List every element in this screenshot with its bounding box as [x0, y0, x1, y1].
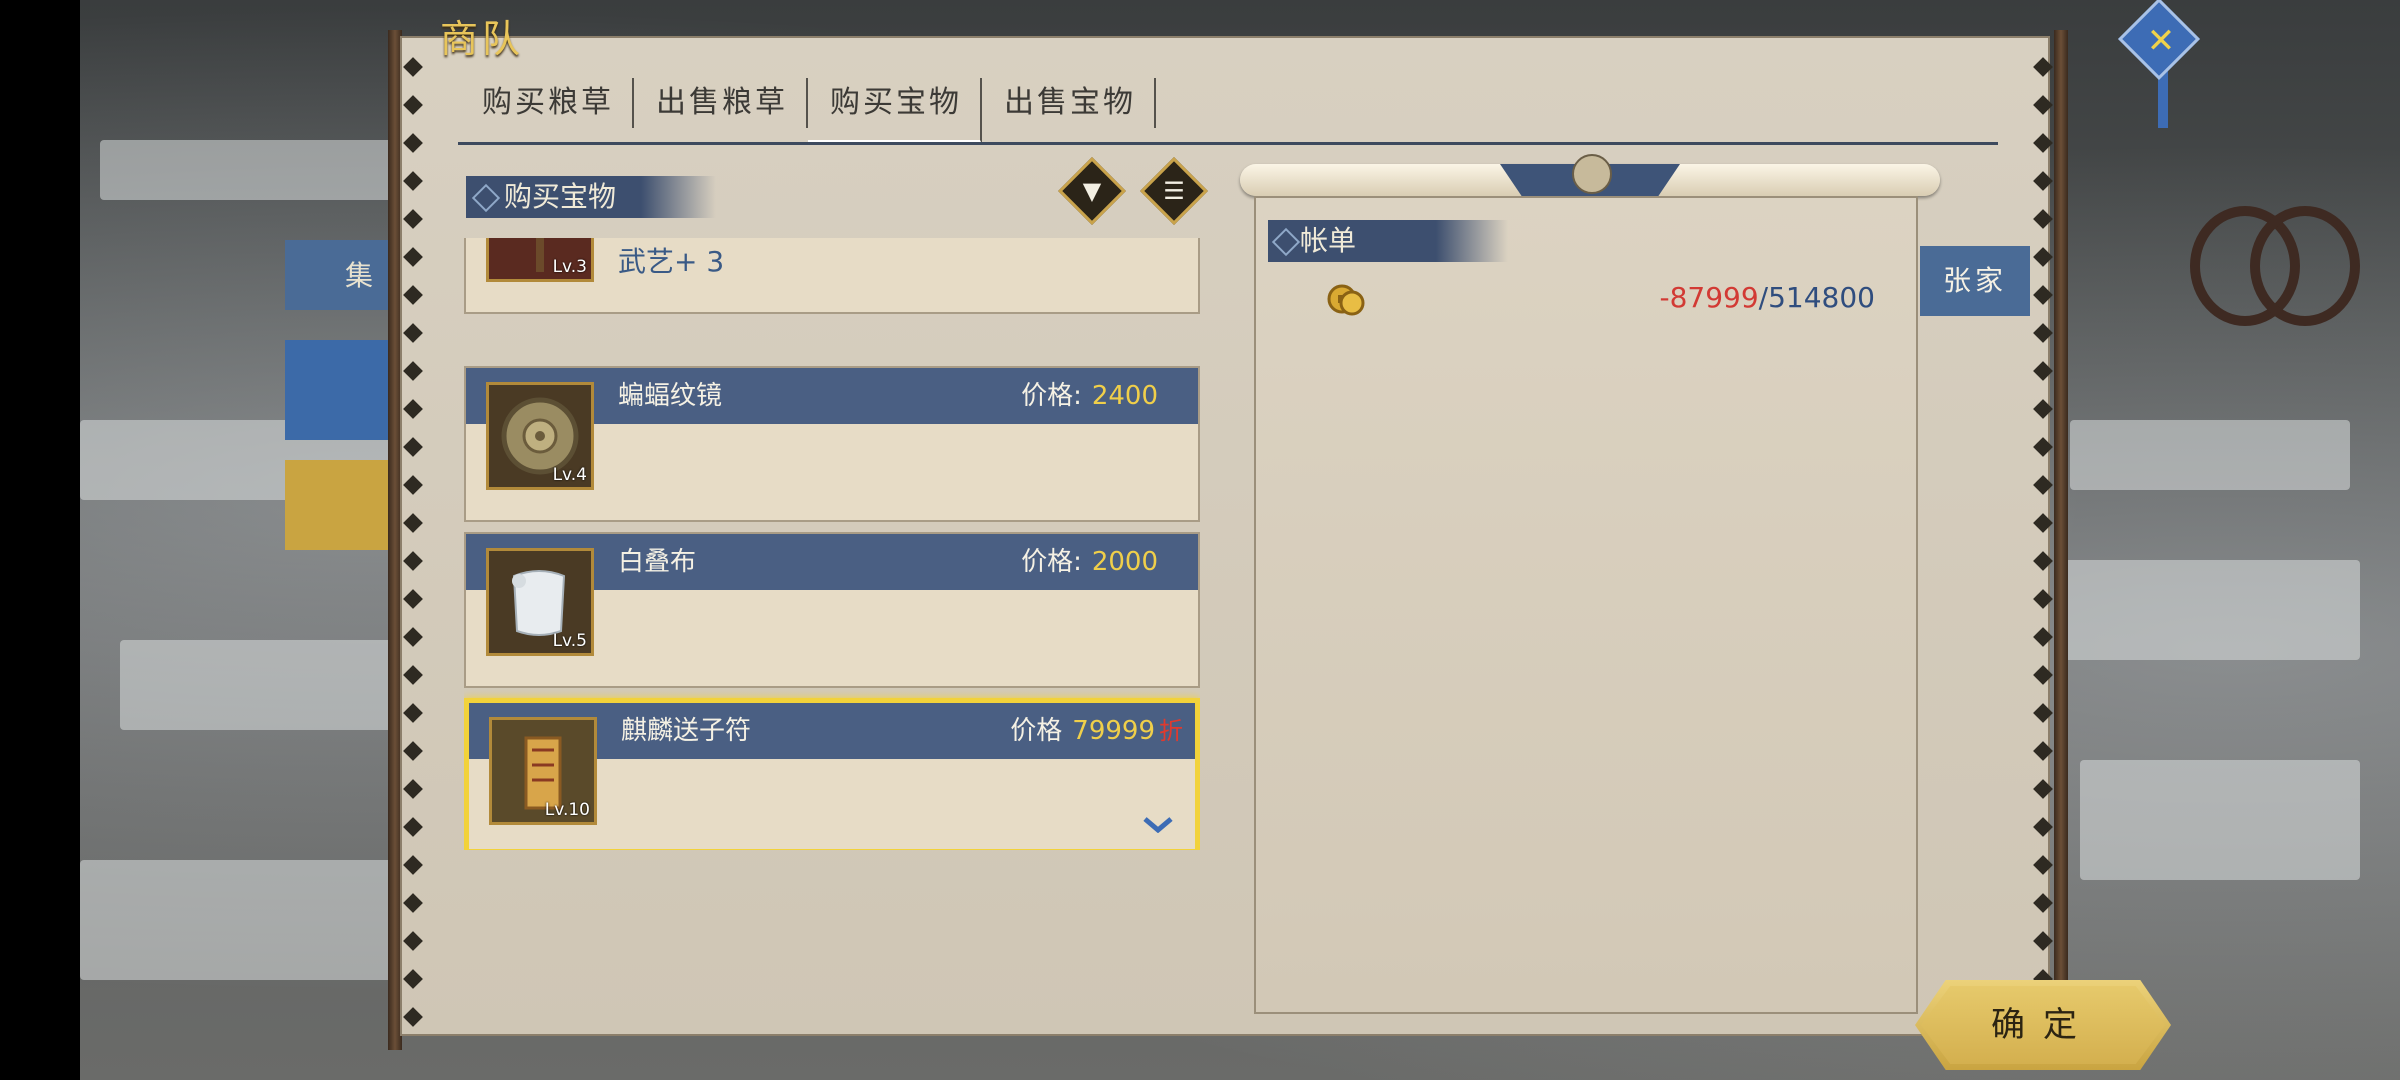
list-item[interactable]: 大斧 价格2330 折 Lv.3 武艺+ 3 [464, 238, 1200, 314]
diamond-icon [1271, 227, 1301, 257]
waterwheel [2250, 206, 2360, 326]
left-side-tab[interactable] [285, 460, 395, 550]
tab-buy-grain[interactable]: 购买粮草 [460, 78, 634, 128]
scroll-rod [1240, 154, 1940, 196]
axe-icon: Lv.3 [486, 238, 594, 282]
frame-post-right [2054, 30, 2068, 1050]
merchant-tab-zhang[interactable]: 张家 [1920, 246, 2030, 316]
item-level: Lv.10 [544, 800, 590, 820]
roof-decoration [2080, 760, 2360, 880]
confirm-button[interactable]: 确定 [1915, 980, 2171, 1070]
roof-decoration [100, 140, 400, 200]
price-label: 价格: [1021, 547, 1082, 577]
item-price: 价格 79999 [1010, 703, 1155, 759]
diamond-icon [471, 183, 501, 213]
tab-sell-treasure[interactable]: 出售宝物 [982, 78, 1156, 128]
discount-badge: 折 [1159, 717, 1183, 745]
section-header: 购买宝物 [466, 176, 716, 218]
price-value: 79999 [1072, 716, 1155, 746]
price-value: 2400 [1091, 381, 1158, 411]
mirror-icon: Lv.4 [486, 382, 594, 490]
confirm-label: 确定 [1991, 1005, 2095, 1045]
price-label: 价格 [1010, 716, 1063, 746]
bill-total: /514800 [1758, 281, 1875, 314]
list-item-selected[interactable]: 麒麟送子符 价格 79999 折 Lv.10 [464, 698, 1200, 850]
roof-decoration [2060, 560, 2360, 660]
roof-decoration [80, 860, 400, 980]
bill-header: 帐单 [1268, 220, 1508, 262]
chevron-down-icon[interactable] [1143, 817, 1173, 833]
item-price: 价格: 2400 [1021, 368, 1158, 424]
left-side-tab[interactable]: 集 [285, 240, 395, 310]
tab-sell-grain[interactable]: 出售粮草 [634, 78, 808, 128]
price-label: 价格: [1021, 381, 1082, 411]
medal-icon [1572, 154, 1612, 194]
treasure-list[interactable]: 大斧 价格2330 折 Lv.3 武艺+ 3 蝙蝠纹镜 价格: 2400 Lv.4… [464, 238, 1200, 850]
close-icon[interactable]: ✕ [2136, 16, 2186, 66]
bill-paper [1254, 196, 1918, 1014]
cloth-icon: Lv.5 [486, 548, 594, 656]
coin-icon [1327, 284, 1365, 316]
filter-icon: ▼ [1082, 177, 1102, 205]
price-value: 2000 [1091, 547, 1158, 577]
item-effect: 武艺+ 3 [618, 245, 725, 278]
tab-buy-treasure[interactable]: 购买宝物 [808, 78, 982, 144]
bill-amount: -87999/514800 [1659, 281, 1875, 314]
tab-bar: 购买粮草 出售粮草 购买宝物 出售宝物 [460, 78, 1156, 144]
list-item[interactable]: 白叠布 价格: 2000 Lv.5 [464, 532, 1200, 688]
left-side-tab[interactable] [285, 340, 395, 440]
list-icon: ☰ [1163, 177, 1185, 205]
item-level: Lv.5 [552, 631, 587, 651]
item-name: 麒麟送子符 [621, 716, 752, 746]
item-name: 蝙蝠纹镜 [618, 381, 723, 411]
item-level: Lv.3 [552, 257, 587, 277]
tab-underline [458, 142, 1998, 145]
roof-decoration [120, 640, 420, 730]
roof-decoration [2070, 420, 2350, 490]
talisman-icon: Lv.10 [489, 717, 597, 825]
bill-title: 帐单 [1300, 224, 1357, 257]
bill-cost: -87999 [1659, 281, 1759, 314]
left-tab-label: 集 [345, 259, 374, 292]
item-name: 白叠布 [618, 547, 697, 577]
item-price: 价格: 2000 [1021, 534, 1158, 590]
section-title: 购买宝物 [504, 180, 617, 213]
list-item[interactable]: 蝙蝠纹镜 价格: 2400 Lv.4 [464, 366, 1200, 522]
item-level: Lv.4 [552, 465, 587, 485]
page-title: 商队 [440, 17, 525, 61]
